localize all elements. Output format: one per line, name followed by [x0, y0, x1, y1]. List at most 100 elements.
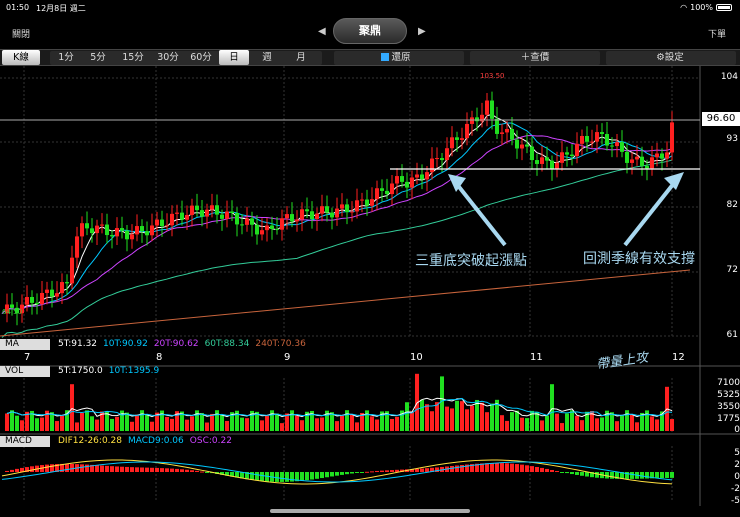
volume-bar: [75, 422, 79, 431]
status-bar: 01:50 12月8日 週二 ◠ 100%: [0, 0, 740, 14]
volume-bar: [300, 420, 304, 431]
volume-bar: [490, 403, 494, 431]
macd-bar: [310, 472, 314, 480]
settings-button[interactable]: ⚙設定: [640, 50, 700, 65]
candle-body: [540, 157, 544, 164]
candle-body: [455, 137, 459, 140]
volume-bar: [465, 409, 469, 431]
volume-bar: [125, 412, 129, 431]
macd-bar: [305, 472, 309, 481]
candle-body: [200, 210, 204, 217]
macd-bar: [580, 472, 584, 476]
candle-body: [555, 162, 559, 169]
price-tick-104: 104: [720, 72, 738, 82]
interval-5min[interactable]: 5分: [84, 50, 112, 65]
interval-week[interactable]: 週: [252, 50, 282, 65]
macd-bar: [155, 467, 159, 472]
candle-body: [430, 158, 434, 173]
candle-body: [240, 224, 244, 226]
candle-body: [400, 176, 404, 182]
macd-bar: [390, 470, 394, 472]
candle-body: [265, 225, 269, 231]
macd-bar: [610, 472, 614, 479]
next-stock-button[interactable]: ▶: [418, 26, 426, 37]
price-query-button[interactable]: ＋查價: [500, 50, 570, 65]
price-tick-93: 93: [726, 134, 738, 144]
candle-body: [520, 144, 524, 149]
restore-toggle[interactable]: 還原: [366, 50, 426, 65]
candle-body: [270, 225, 274, 229]
ma-section-label[interactable]: MA: [0, 339, 50, 350]
dif-value: DIF12-26:0.28: [58, 436, 122, 446]
candle-body: [635, 156, 639, 160]
interval-1min[interactable]: 1分: [52, 50, 80, 65]
volume-bar: [520, 417, 524, 431]
macd-bar: [560, 472, 564, 473]
candle-body: [190, 205, 194, 215]
volume-bar: [280, 423, 284, 431]
volume-bar: [150, 421, 154, 431]
macd-bar: [370, 471, 374, 473]
home-indicator[interactable]: [270, 509, 470, 513]
candle-body: [55, 293, 59, 297]
volume-bar: [245, 418, 249, 431]
candle-body: [580, 135, 584, 144]
volume-bar: [5, 413, 9, 431]
macd-section-label[interactable]: MACD: [0, 436, 50, 447]
interval-15min[interactable]: 15分: [117, 50, 149, 65]
volume-bar: [95, 419, 99, 431]
candle-body: [180, 212, 184, 220]
order-button[interactable]: 下單: [708, 27, 726, 40]
chart-type-kline[interactable]: K線: [2, 50, 40, 65]
candle-body: [490, 100, 494, 119]
interval-30min[interactable]: 30分: [152, 50, 184, 65]
macd-bar: [135, 467, 139, 472]
volume-bar: [390, 418, 394, 431]
macd-bar: [655, 472, 659, 479]
macd-bar: [450, 465, 454, 472]
interval-60min[interactable]: 60分: [186, 50, 216, 65]
x-tick-10: 10: [410, 352, 423, 363]
volume-bar: [550, 384, 554, 431]
vol-tick-7100: 7100: [717, 378, 740, 388]
prev-stock-button[interactable]: ◀: [318, 26, 326, 37]
volume-bar: [165, 416, 169, 431]
stock-title[interactable]: 聚鼎: [333, 18, 407, 44]
candle-body: [340, 204, 344, 209]
candle-body: [530, 146, 534, 161]
macd-bar: [160, 468, 164, 472]
candle-body: [560, 152, 564, 163]
macd-bar: [285, 472, 289, 482]
volume-bar: [145, 414, 149, 431]
vol-section-label[interactable]: VOL: [0, 366, 50, 377]
vol-tick-1775: 1775: [717, 414, 740, 424]
interval-month[interactable]: 月: [286, 50, 316, 65]
volume-bar: [190, 416, 194, 431]
candle-body: [435, 158, 439, 160]
volume-bar: [135, 414, 139, 431]
macd-bar: [515, 464, 519, 472]
volume-bar: [320, 417, 324, 431]
macd-tick-neg5: -5: [731, 496, 740, 506]
macd-bar: [195, 470, 199, 472]
volume-bar: [570, 410, 574, 431]
macd-bar: [65, 463, 69, 472]
checkbox-icon: [381, 53, 390, 61]
candle-body: [645, 165, 649, 169]
candle-body: [370, 199, 374, 206]
candle-body: [390, 183, 394, 195]
vol5-value: 5T:1750.0: [58, 366, 103, 376]
candle-body: [505, 129, 509, 133]
interval-day[interactable]: 日: [219, 50, 249, 65]
volume-bar: [445, 406, 449, 431]
close-button[interactable]: 關閉: [12, 27, 30, 40]
macd-bar: [325, 472, 329, 478]
macd-bar: [280, 472, 284, 482]
osc-value: OSC:0.22: [189, 436, 232, 446]
candle-body: [470, 117, 474, 124]
volume-bar: [565, 413, 569, 431]
volume-bar: [130, 421, 134, 431]
volume-bar: [365, 410, 369, 431]
macd-bar: [180, 469, 184, 472]
gear-icon: ⚙: [656, 52, 665, 63]
